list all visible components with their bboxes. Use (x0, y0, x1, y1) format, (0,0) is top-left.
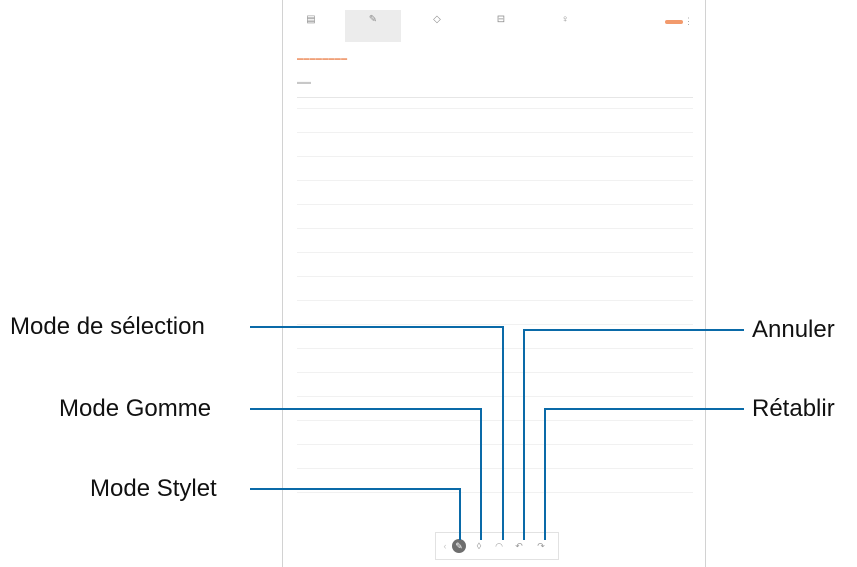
leader-selection (250, 326, 504, 540)
leader-gomme (250, 408, 482, 540)
leader-annuler (523, 329, 744, 540)
callout-mode-stylet: Mode Stylet (90, 475, 217, 502)
callout-mode-gomme: Mode Gomme (59, 395, 212, 422)
leader-group (250, 326, 744, 540)
callout-mode-selection: Mode de sélection (10, 313, 205, 340)
callout-annuler: Annuler (752, 316, 835, 343)
leader-retablir (544, 408, 744, 540)
leader-stylet (250, 488, 461, 540)
callout-retablir: Rétablir (752, 395, 835, 422)
